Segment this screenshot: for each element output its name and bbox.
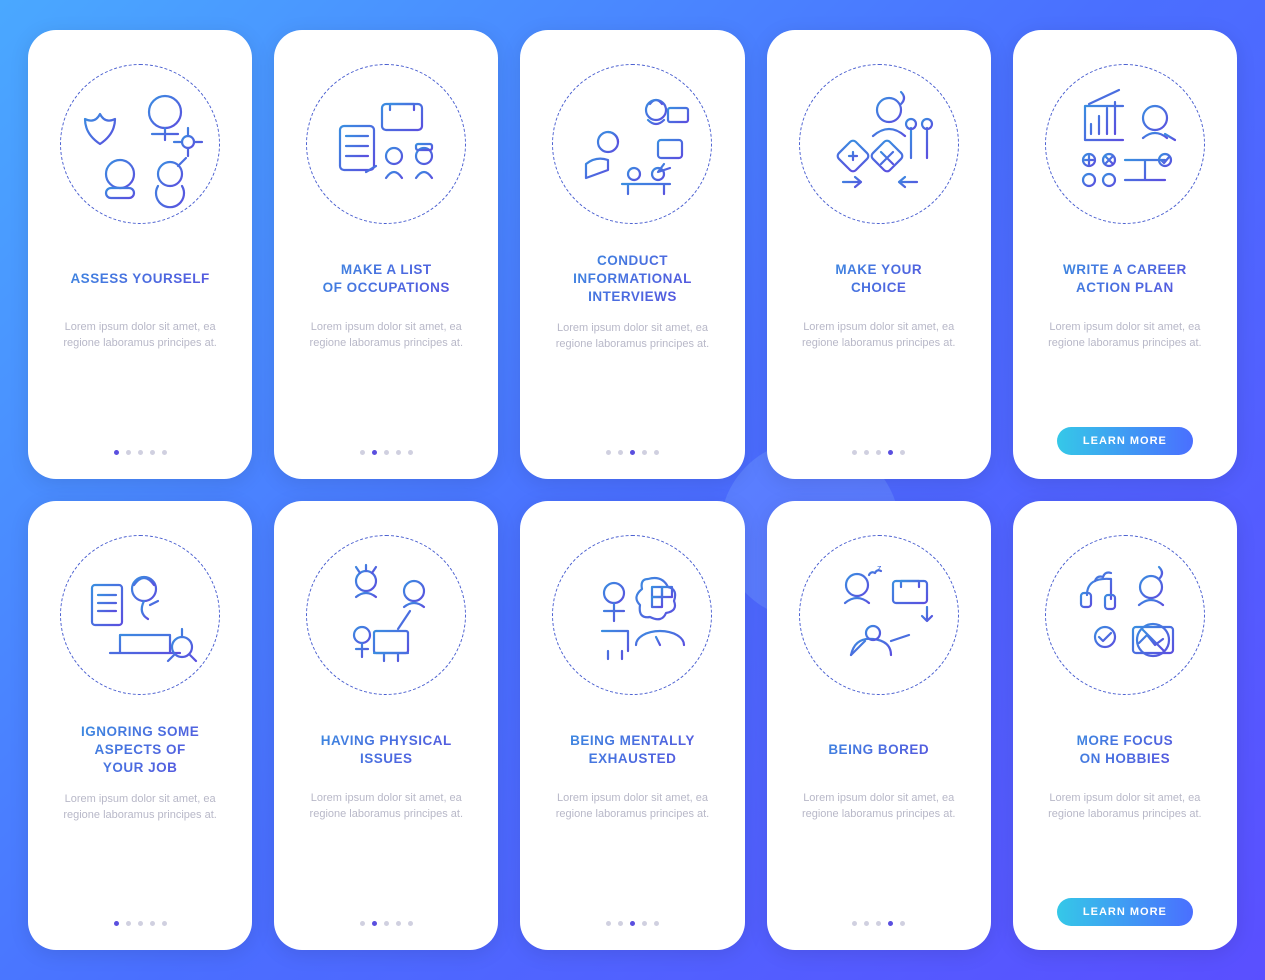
onboarding-phone-0-1: MAKE A LIST OF OCCUPATIONS Lorem ipsum do… xyxy=(274,30,498,479)
pagination-dot[interactable] xyxy=(630,921,635,926)
learn-more-button[interactable]: LEARN MORE xyxy=(1057,898,1193,926)
pagination-dots[interactable] xyxy=(360,430,413,455)
screen-body: Lorem ipsum dolor sit amet, ea regione l… xyxy=(534,321,730,353)
screen-title: MAKE A LIST OF OCCUPATIONS xyxy=(315,252,458,306)
pagination-dot[interactable] xyxy=(384,450,389,455)
pagination-dot[interactable] xyxy=(606,921,611,926)
onboarding-phone-0-4: WRITE A CAREER ACTION PLAN Lorem ipsum do… xyxy=(1013,30,1237,479)
screen-title: CONDUCT INFORMATIONAL INTERVIEWS xyxy=(565,252,700,307)
ignore-icon xyxy=(60,535,220,695)
pagination-dot[interactable] xyxy=(888,450,893,455)
pagination-dot[interactable] xyxy=(126,450,131,455)
pagination-dot[interactable] xyxy=(384,921,389,926)
pagination-dot[interactable] xyxy=(360,450,365,455)
pagination-dot[interactable] xyxy=(408,921,413,926)
interview-icon xyxy=(552,64,712,224)
pagination-dot[interactable] xyxy=(864,921,869,926)
screen-body: Lorem ipsum dolor sit amet, ea regione l… xyxy=(781,320,977,352)
pagination-dot[interactable] xyxy=(150,450,155,455)
pagination-dots[interactable] xyxy=(114,901,167,926)
onboarding-phone-1-1: HAVING PHYSICAL ISSUES Lorem ipsum dolor … xyxy=(274,501,498,950)
pagination-dot[interactable] xyxy=(162,921,167,926)
pagination-dots[interactable] xyxy=(606,901,659,926)
bored-icon: z xyxy=(799,535,959,695)
pagination-dot[interactable] xyxy=(654,450,659,455)
pagination-dot[interactable] xyxy=(162,450,167,455)
pagination-dot[interactable] xyxy=(900,921,905,926)
svg-text:z: z xyxy=(877,563,882,573)
pagination-dot[interactable] xyxy=(654,921,659,926)
onboarding-phone-0-0: ASSESS YOURSELF Lorem ipsum dolor sit ame… xyxy=(28,30,252,479)
plan-icon xyxy=(1045,64,1205,224)
screen-title: MORE FOCUS ON HOBBIES xyxy=(1069,723,1182,777)
pagination-dot[interactable] xyxy=(396,450,401,455)
pagination-dots[interactable] xyxy=(852,430,905,455)
onboarding-phone-1-0: IGNORING SOME ASPECTS OF YOUR JOB Lorem i… xyxy=(28,501,252,950)
pagination-dot[interactable] xyxy=(900,450,905,455)
screen-title: MAKE YOUR CHOICE xyxy=(827,252,930,306)
pagination-dot[interactable] xyxy=(852,921,857,926)
pagination-dots[interactable] xyxy=(114,430,167,455)
screen-title: ASSESS YOURSELF xyxy=(62,252,217,306)
pagination-dots[interactable] xyxy=(360,901,413,926)
pagination-dot[interactable] xyxy=(630,450,635,455)
mental-icon xyxy=(552,535,712,695)
pagination-dot[interactable] xyxy=(372,921,377,926)
onboarding-phone-1-2: BEING MENTALLY EXHAUSTED Lorem ipsum dolo… xyxy=(520,501,744,950)
pagination-dot[interactable] xyxy=(372,450,377,455)
pagination-dot[interactable] xyxy=(138,450,143,455)
pagination-dot[interactable] xyxy=(618,921,623,926)
assess-icon xyxy=(60,64,220,224)
screen-body: Lorem ipsum dolor sit amet, ea regione l… xyxy=(1027,791,1223,823)
screen-title: WRITE A CAREER ACTION PLAN xyxy=(1055,252,1195,306)
pagination-dot[interactable] xyxy=(114,450,119,455)
screen-body: Lorem ipsum dolor sit amet, ea regione l… xyxy=(288,791,484,823)
pagination-dot[interactable] xyxy=(852,450,857,455)
onboarding-phone-1-4: MORE FOCUS ON HOBBIES Lorem ipsum dolor s… xyxy=(1013,501,1237,950)
physical-icon xyxy=(306,535,466,695)
screen-title: IGNORING SOME ASPECTS OF YOUR JOB xyxy=(73,723,207,778)
onboarding-phone-1-3: z BEING BORED Lorem ipsum dolor sit amet,… xyxy=(767,501,991,950)
screen-body: Lorem ipsum dolor sit amet, ea regione l… xyxy=(781,791,977,823)
screen-title: BEING MENTALLY EXHAUSTED xyxy=(562,723,703,777)
onboarding-phone-0-3: MAKE YOUR CHOICE Lorem ipsum dolor sit am… xyxy=(767,30,991,479)
pagination-dot[interactable] xyxy=(864,450,869,455)
learn-more-button[interactable]: LEARN MORE xyxy=(1057,427,1193,455)
pagination-dot[interactable] xyxy=(126,921,131,926)
list-icon xyxy=(306,64,466,224)
screen-title: BEING BORED xyxy=(820,723,937,777)
pagination-dot[interactable] xyxy=(114,921,119,926)
pagination-dot[interactable] xyxy=(618,450,623,455)
pagination-dot[interactable] xyxy=(408,450,413,455)
pagination-dot[interactable] xyxy=(876,450,881,455)
pagination-dots[interactable] xyxy=(852,901,905,926)
screen-body: Lorem ipsum dolor sit amet, ea regione l… xyxy=(1027,320,1223,352)
screen-body: Lorem ipsum dolor sit amet, ea regione l… xyxy=(534,791,730,823)
pagination-dot[interactable] xyxy=(360,921,365,926)
pagination-dot[interactable] xyxy=(150,921,155,926)
pagination-dot[interactable] xyxy=(642,450,647,455)
pagination-dot[interactable] xyxy=(606,450,611,455)
pagination-dot[interactable] xyxy=(138,921,143,926)
choice-icon xyxy=(799,64,959,224)
pagination-dot[interactable] xyxy=(888,921,893,926)
pagination-dot[interactable] xyxy=(876,921,881,926)
pagination-dot[interactable] xyxy=(642,921,647,926)
onboarding-phone-0-2: CONDUCT INFORMATIONAL INTERVIEWS Lorem ip… xyxy=(520,30,744,479)
screen-body: Lorem ipsum dolor sit amet, ea regione l… xyxy=(42,792,238,824)
pagination-dots[interactable] xyxy=(606,430,659,455)
pagination-dot[interactable] xyxy=(396,921,401,926)
screen-body: Lorem ipsum dolor sit amet, ea regione l… xyxy=(288,320,484,352)
screen-body: Lorem ipsum dolor sit amet, ea regione l… xyxy=(42,320,238,352)
screen-title: HAVING PHYSICAL ISSUES xyxy=(313,723,460,777)
hobby-icon xyxy=(1045,535,1205,695)
